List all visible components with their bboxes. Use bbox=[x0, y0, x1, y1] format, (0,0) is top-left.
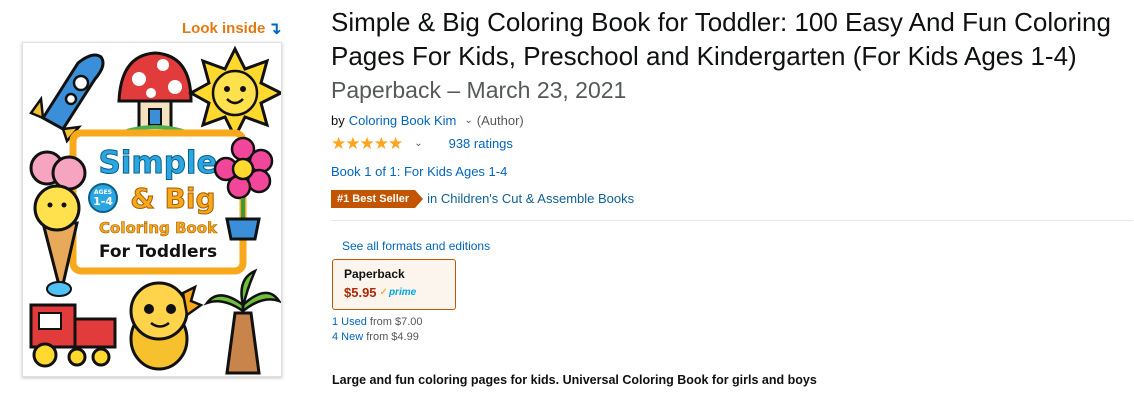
sun-illustration bbox=[187, 45, 281, 141]
look-inside-link[interactable]: Look inside ↴ bbox=[182, 20, 282, 37]
palm-tree-illustration bbox=[203, 268, 281, 375]
prime-badge: ✓ prime bbox=[380, 287, 417, 298]
series-link[interactable]: Book 1 of 1: For Kids Ages 1-4 bbox=[331, 164, 507, 179]
bestseller-category-link[interactable]: in Children's Cut & Assemble Books bbox=[427, 191, 634, 206]
section-divider bbox=[331, 220, 1133, 221]
new-offer: 4 New from $4.99 bbox=[332, 330, 423, 345]
train-illustration bbox=[29, 281, 117, 368]
dinosaur-illustration bbox=[129, 281, 204, 371]
new-offer-link[interactable]: 4 New bbox=[332, 331, 363, 343]
rocket-illustration bbox=[29, 53, 105, 144]
best-seller-badge[interactable]: #1 Best Seller bbox=[331, 189, 424, 208]
author-link[interactable]: Coloring Book Kim bbox=[349, 113, 457, 128]
star-rating-icon[interactable]: ★★★★★ bbox=[331, 135, 403, 152]
cover-title-simple: Simple bbox=[98, 145, 217, 181]
arrow-down-icon: ↴ bbox=[267, 19, 282, 38]
age-badge-range: 1-4 bbox=[93, 195, 113, 208]
product-details: Simple & Big Coloring Book for Toddler: … bbox=[331, 6, 1131, 208]
format-price: $5.95 bbox=[344, 285, 377, 300]
product-description: Large and fun coloring pages for kids. U… bbox=[332, 373, 817, 387]
by-prefix: by bbox=[331, 112, 345, 128]
format-option-paperback[interactable]: Paperback $5.95 ✓ prime bbox=[332, 259, 456, 310]
cover-title-coloring-book: Coloring Book bbox=[99, 219, 218, 237]
chevron-down-icon[interactable]: ⌄ bbox=[414, 138, 422, 149]
binding-and-date: Paperback – March 23, 2021 bbox=[331, 77, 627, 103]
used-offer-link[interactable]: 1 Used bbox=[332, 316, 367, 328]
bestseller-row: #1 Best Seller in Children's Cut & Assem… bbox=[331, 189, 1131, 208]
chevron-down-icon[interactable]: ⌄ bbox=[464, 115, 472, 126]
new-offer-price: from $4.99 bbox=[366, 331, 419, 343]
offers-list: 1 Used from $7.00 4 New from $4.99 bbox=[332, 315, 423, 345]
ratings-row: ★★★★★ ⌄ 938 ratings bbox=[331, 135, 1131, 152]
used-offer: 1 Used from $7.00 bbox=[332, 315, 423, 330]
prime-label: prime bbox=[388, 287, 417, 298]
series-info: Book 1 of 1: For Kids Ages 1-4 bbox=[331, 164, 1131, 179]
author-role: (Author) bbox=[476, 112, 524, 128]
book-cover-image[interactable]: Simple AGES 1-4 & Big Coloring Book For … bbox=[22, 42, 282, 377]
byline: by Coloring Book Kim ⌄ (Author) bbox=[331, 113, 1131, 128]
format-price-row: $5.95 ✓ prime bbox=[344, 285, 444, 300]
cover-illustration: Simple AGES 1-4 & Big Coloring Book For … bbox=[29, 45, 281, 375]
mushroom-illustration bbox=[117, 51, 193, 133]
prime-check-icon: ✓ bbox=[379, 287, 388, 298]
see-all-formats-link[interactable]: See all formats and editions bbox=[342, 239, 490, 253]
format-name: Paperback bbox=[344, 267, 405, 281]
look-inside-label: Look inside bbox=[182, 20, 266, 37]
product-title: Simple & Big Coloring Book for Toddler: … bbox=[331, 6, 1131, 108]
product-title-text: Simple & Big Coloring Book for Toddler: … bbox=[331, 7, 1111, 71]
used-offer-price: from $7.00 bbox=[369, 316, 423, 328]
ratings-count-link[interactable]: 938 ratings bbox=[449, 136, 513, 151]
cover-title-for-toddlers: For Toddlers bbox=[99, 242, 217, 262]
cover-title-big: & Big bbox=[130, 182, 215, 215]
